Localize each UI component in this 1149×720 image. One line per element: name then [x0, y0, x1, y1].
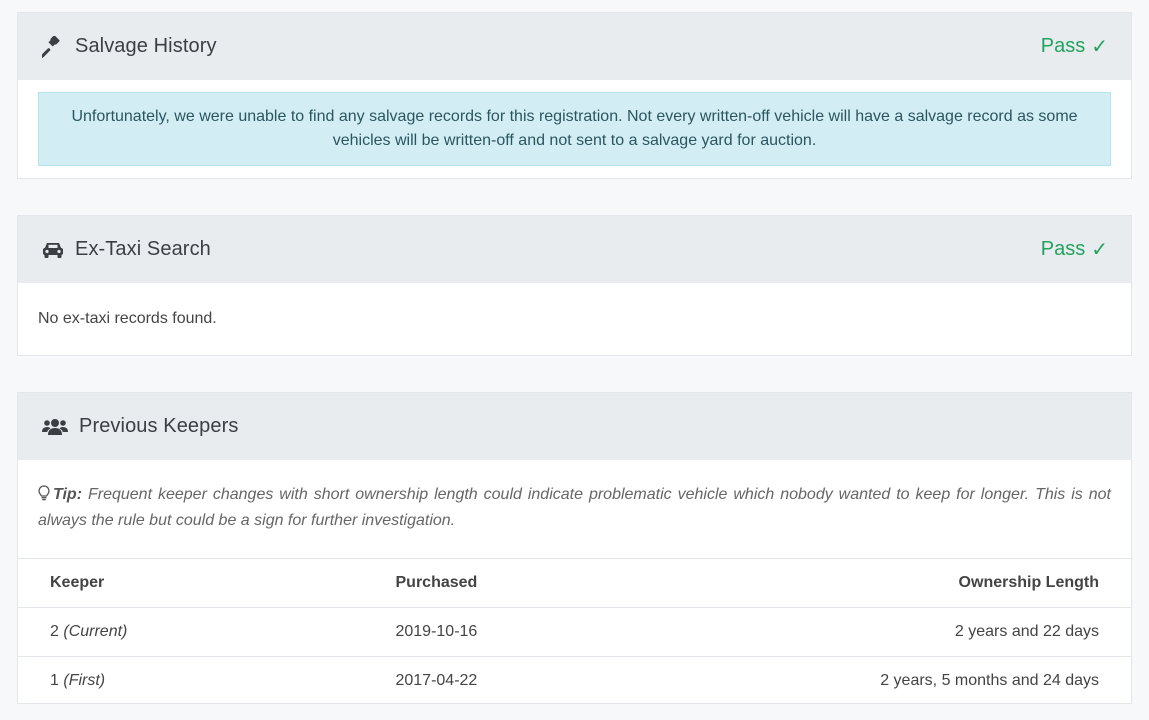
tip-text: Frequent keeper changes with short owner…	[38, 486, 1111, 529]
column-header-purchased: Purchased	[294, 559, 579, 608]
tip-label: Tip:	[53, 486, 83, 503]
taxi-icon	[41, 238, 65, 262]
users-icon	[41, 415, 69, 439]
salvage-history-header: Salvage History Pass ✓	[18, 13, 1131, 80]
gavel-icon	[41, 35, 65, 59]
check-icon: ✓	[1091, 239, 1108, 261]
purchased-cell: 2019-10-16	[294, 607, 579, 657]
salvage-status: Pass ✓	[1041, 34, 1108, 59]
ex-taxi-card: Ex-Taxi Search Pass ✓ No ex-taxi records…	[17, 215, 1132, 356]
salvage-info-alert: Unfortunately, we were unable to find an…	[38, 92, 1111, 166]
column-header-ownership-length: Ownership Length	[578, 559, 1131, 608]
previous-keepers-title: Previous Keepers	[79, 415, 239, 437]
ex-taxi-title: Ex-Taxi Search	[75, 238, 211, 260]
ex-taxi-header: Ex-Taxi Search Pass ✓	[18, 216, 1131, 283]
salvage-history-card: Salvage History Pass ✓ Unfortunately, we…	[17, 12, 1132, 179]
previous-keepers-card: Previous Keepers Tip: Frequent keeper ch…	[17, 392, 1132, 704]
table-row: 1 (First) 2017-04-22 2 years, 5 months a…	[18, 657, 1131, 706]
ex-taxi-status: Pass ✓	[1041, 237, 1108, 262]
keeper-cell: 1 (First)	[50, 672, 106, 689]
ownership-length-cell: 2 years and 22 days	[578, 607, 1131, 657]
table-header-row: Keeper Purchased Ownership Length	[18, 559, 1131, 608]
ownership-length-cell: 2 years, 5 months and 24 days	[880, 672, 1099, 689]
keeper-cell: 2 (Current)	[18, 607, 295, 657]
check-icon: ✓	[1091, 36, 1108, 58]
table-row: 2 (Current) 2019-10-16 2 years and 22 da…	[18, 607, 1131, 657]
column-header-keeper: Keeper	[18, 559, 295, 608]
salvage-status-label: Pass	[1040, 35, 1086, 57]
previous-keepers-header: Previous Keepers	[18, 393, 1131, 460]
ex-taxi-message: No ex-taxi records found.	[38, 310, 217, 327]
lightbulb-icon	[38, 485, 50, 509]
salvage-history-title: Salvage History	[75, 35, 217, 57]
keepers-tip: Tip: Frequent keeper changes with short …	[18, 460, 1131, 559]
ex-taxi-status-label: Pass	[1040, 238, 1086, 260]
purchased-cell: 2017-04-22	[395, 672, 478, 689]
keepers-table: Keeper Purchased Ownership Length 2 (Cur…	[18, 559, 1131, 705]
